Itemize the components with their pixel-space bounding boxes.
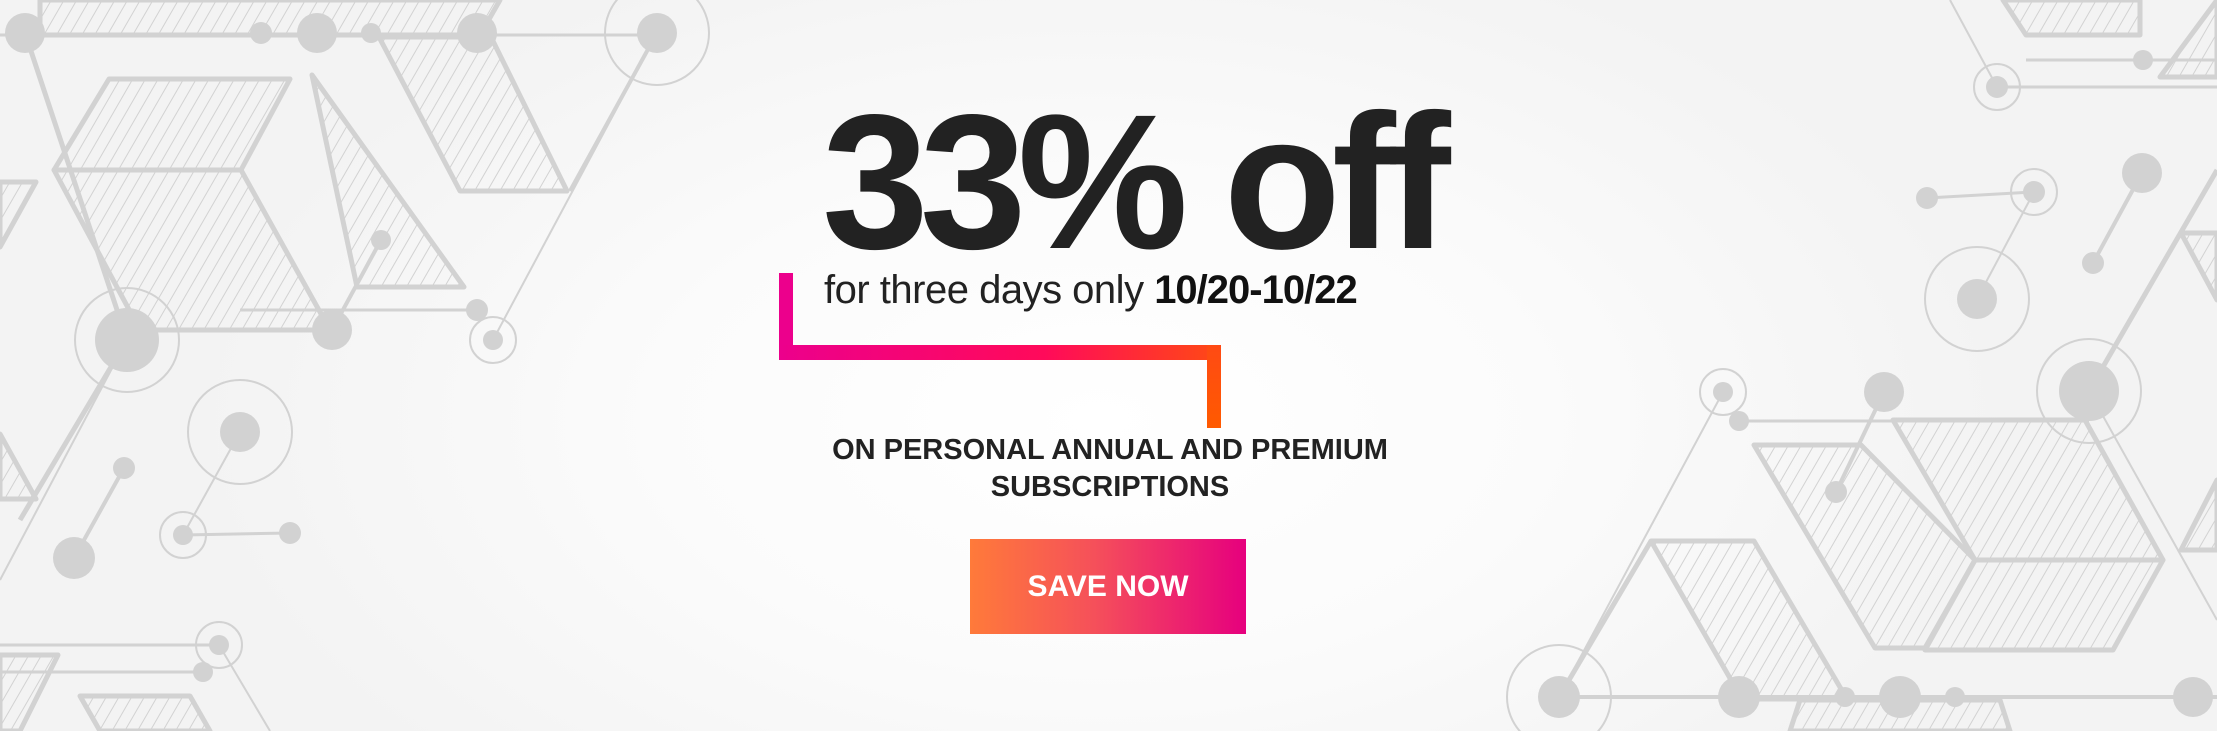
promo-terms-line2: SUBSCRIPTIONS <box>990 471 1230 503</box>
accent-bracket-bar <box>779 345 1221 360</box>
discount-headline: 33% off <box>822 74 1451 289</box>
accent-bracket-right <box>1207 345 1221 428</box>
save-now-button[interactable]: SAVE NOW <box>970 539 1246 634</box>
promo-date-range: 10/20-10/22 <box>1154 268 1358 312</box>
promo-terms-line1: ON PERSONAL ANNUAL AND PREMIUM <box>832 434 1388 466</box>
promo-terms: ON PERSONAL ANNUAL AND PREMIUM SUBSCRIPT… <box>760 432 1460 506</box>
promo-period: for three days only 10/20-10/22 <box>824 268 1358 313</box>
promo-period-text: for three days only <box>824 268 1144 312</box>
